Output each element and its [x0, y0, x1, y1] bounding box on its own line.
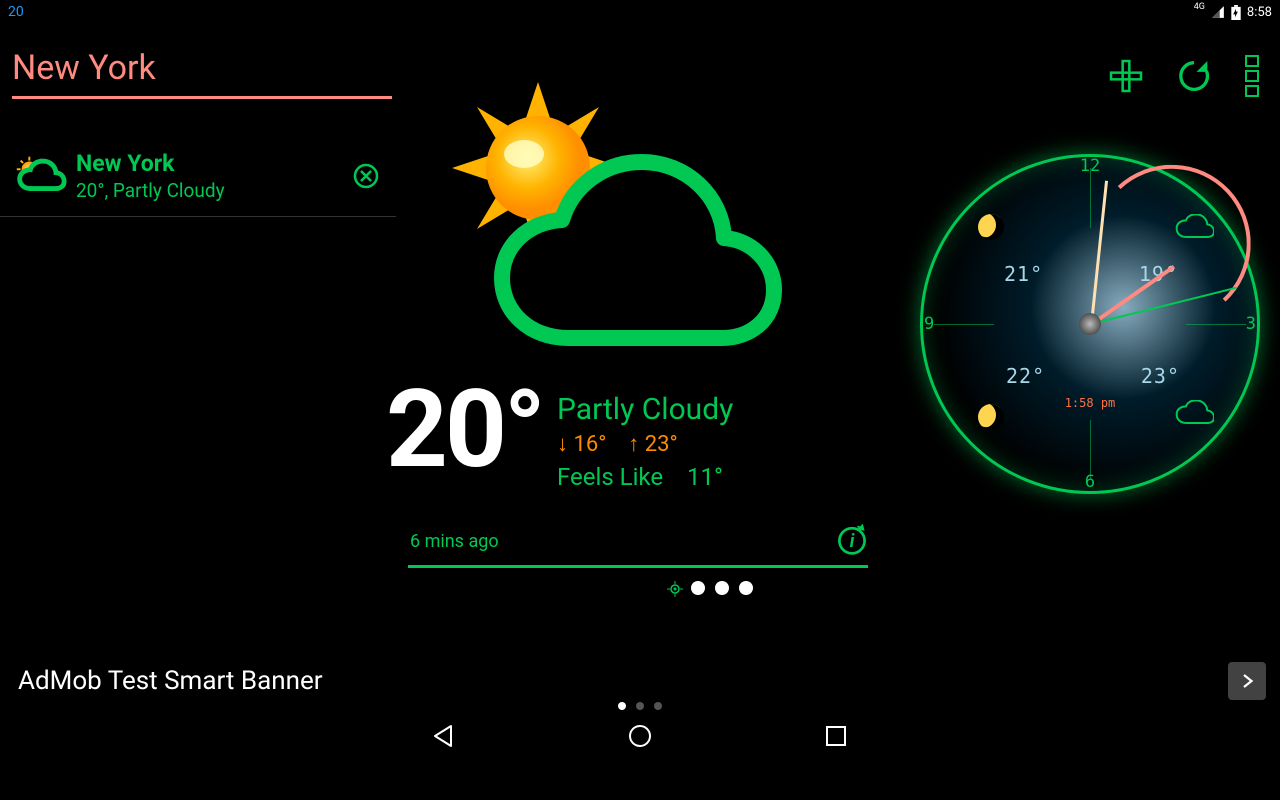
close-circle-icon — [352, 162, 380, 190]
remove-city-button[interactable] — [352, 162, 380, 190]
status-time: 8:58 — [1247, 5, 1272, 20]
clock-9: 9 — [924, 314, 934, 334]
header-underline — [12, 96, 392, 99]
toolbar-actions — [1106, 54, 1262, 102]
feels-like-value: 11° — [687, 463, 723, 491]
current-weather-panel: 20° Partly Cloudy ↓ 16° ↑ 23° Feels Like… — [400, 72, 880, 599]
page-dot — [715, 581, 729, 595]
cloud-icon — [1174, 214, 1214, 244]
temperature-row: 20° Partly Cloudy ↓ 16° ↑ 23° Feels Like… — [386, 382, 880, 491]
current-weather-icon — [430, 72, 770, 352]
overflow-menu-button[interactable] — [1242, 54, 1262, 102]
add-city-button[interactable] — [1106, 56, 1146, 100]
ad-dot — [654, 702, 662, 710]
nav-back-button[interactable] — [431, 723, 457, 749]
ad-dot — [618, 702, 626, 710]
battery-icon — [1231, 5, 1241, 20]
tick-6 — [1090, 420, 1091, 480]
ad-banner[interactable]: AdMob Test Smart Banner — [0, 656, 1280, 706]
android-navbar — [0, 712, 1280, 760]
home-icon — [627, 723, 653, 749]
clock-hub — [1079, 313, 1101, 335]
signal-icon — [1211, 5, 1225, 19]
city-item-summary: 20°, Partly Cloudy — [76, 179, 352, 202]
clock-temp-bl: 22° — [1006, 364, 1045, 388]
city-list-item[interactable]: New York 20°, Partly Cloudy — [0, 140, 396, 217]
nav-recent-button[interactable] — [823, 723, 849, 749]
tick-9 — [934, 324, 994, 325]
high-temp: 23° — [645, 432, 678, 457]
last-updated-row: 6 mins ago i — [400, 521, 880, 561]
plus-icon — [1106, 56, 1146, 96]
refresh-button[interactable] — [1174, 56, 1214, 100]
header-city-name: New York — [12, 48, 392, 88]
recent-apps-icon — [823, 723, 849, 749]
clock-temp-tl: 21° — [1004, 262, 1043, 286]
ad-pager — [618, 702, 662, 710]
network-label: 4G — [1194, 2, 1205, 12]
tick-3 — [1186, 324, 1246, 325]
status-right: 4G 8:58 — [1194, 5, 1272, 20]
info-refresh-icon: i — [834, 521, 870, 557]
clock-3: 3 — [1246, 314, 1256, 334]
ad-next-button[interactable] — [1228, 662, 1266, 700]
svg-text:i: i — [850, 531, 855, 552]
cloud-icon — [1174, 400, 1214, 430]
page-indicator[interactable] — [540, 580, 880, 599]
info-button[interactable]: i — [834, 521, 870, 561]
city-item-text: New York 20°, Partly Cloudy — [76, 150, 352, 202]
high-low: ↓ 16° ↑ 23° — [557, 431, 733, 457]
nav-home-button[interactable] — [627, 723, 653, 749]
page-dot — [691, 581, 705, 595]
selected-city-header: New York — [12, 48, 392, 99]
low-temp: 16° — [573, 432, 606, 457]
temp-details: Partly Cloudy ↓ 16° ↑ 23° Feels Like 11° — [557, 392, 733, 491]
clock-subtime: 1:58 pm — [1065, 396, 1116, 410]
locate-dot-icon — [667, 581, 681, 595]
menu-dots-icon — [1242, 54, 1262, 98]
city-item-name: New York — [76, 150, 352, 177]
moon-icon — [978, 404, 1004, 430]
page-dot — [739, 581, 753, 595]
weather-clock[interactable]: 12 3 6 9 21° 19° 22° 23° 1:58 pm — [906, 140, 1274, 508]
status-left-label: 20 — [8, 4, 24, 20]
update-progress — [408, 565, 868, 568]
city-list: New York 20°, Partly Cloudy — [0, 140, 396, 217]
android-statusbar: 20 4G 8:58 — [0, 0, 1280, 24]
back-icon — [431, 723, 457, 749]
chevron-right-icon — [1238, 672, 1256, 690]
low-arrow-icon: ↓ — [557, 432, 568, 457]
partly-cloudy-icon — [10, 152, 66, 200]
ad-dot — [636, 702, 644, 710]
feels-like-label: Feels Like — [557, 463, 663, 491]
app-content: New York — [0, 24, 1280, 760]
high-arrow-icon: ↑ — [628, 432, 639, 457]
condition-label: Partly Cloudy — [557, 392, 733, 427]
tick-12 — [1090, 168, 1091, 228]
refresh-icon — [1174, 56, 1214, 96]
current-temp: 20° — [386, 382, 543, 479]
last-updated-label: 6 mins ago — [410, 531, 499, 552]
moon-icon — [978, 214, 1004, 240]
feels-like: Feels Like 11° — [557, 463, 733, 491]
ad-text: AdMob Test Smart Banner — [18, 666, 323, 696]
clock-temp-br: 23° — [1141, 364, 1180, 388]
